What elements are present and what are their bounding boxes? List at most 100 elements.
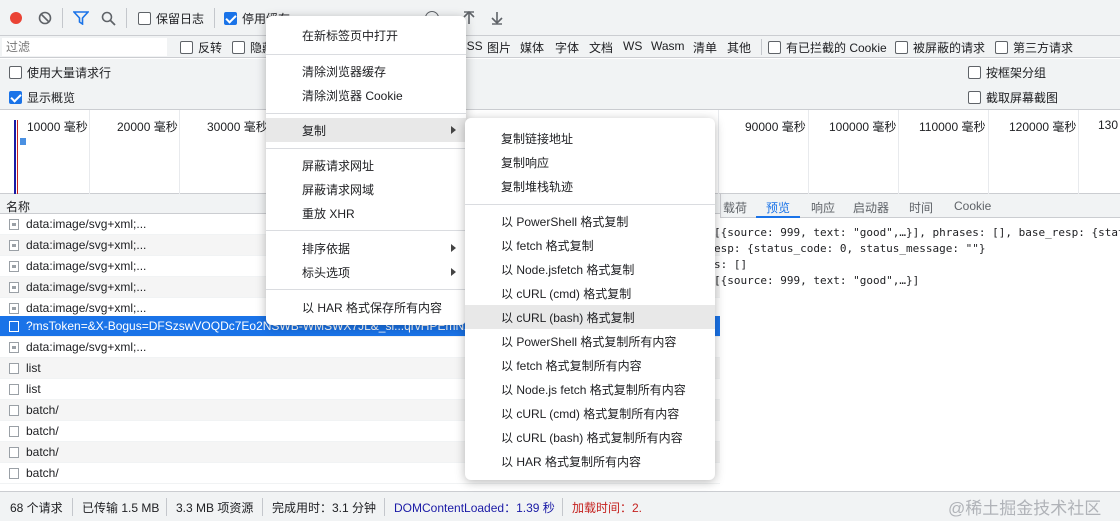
submenu-item-copy-nodejs-fetch[interactable]: 以 Node.jsfetch 格式复制 [465, 257, 715, 281]
finish-time: 完成用时：3.1 分钟 [272, 501, 377, 515]
submenu-item-copy-all-powershell[interactable]: 以 PowerShell 格式复制所有内容 [465, 329, 715, 353]
invert-toggle[interactable]: 反转 [180, 38, 222, 56]
group-by-frame-label: 按框架分组 [986, 65, 1047, 80]
tab-cookies[interactable]: Cookie [954, 199, 991, 213]
resource-size: 3.3 MB 项资源 [176, 501, 254, 515]
submenu-item-copy-all-curl-bash[interactable]: 以 cURL (bash) 格式复制所有内容 [465, 425, 715, 449]
menu-item-replay-xhr[interactable]: 重放 XHR [266, 201, 466, 225]
type-filter-other[interactable]: 其他 [727, 39, 751, 56]
request-name: data:image/svg+xml;... [26, 340, 147, 354]
menu-item-label: 复制响应 [501, 155, 550, 170]
menu-item-header-options[interactable]: 标头选项 [266, 260, 466, 284]
menu-item-label: 标头选项 [302, 265, 351, 280]
request-name: data:image/svg+xml;... [26, 217, 147, 231]
show-overview-checkbox[interactable] [9, 90, 22, 104]
type-filter-wasm[interactable]: Wasm [651, 39, 685, 53]
large-rows-toggle[interactable]: 使用大量请求行 [9, 63, 111, 81]
menu-item-block-url[interactable]: 屏蔽请求网址 [266, 153, 466, 177]
group-by-frame-toggle[interactable]: 按框架分组 [968, 63, 1046, 81]
third-party-toggle[interactable]: 第三方请求 [995, 38, 1073, 56]
tab-response[interactable]: 响应 [811, 199, 835, 216]
request-name: batch/ [26, 403, 59, 417]
context-menu: 在新标签页中打开 清除浏览器缓存 清除浏览器 Cookie 复制 屏蔽请求网址 … [266, 16, 466, 325]
timeline-tick: 10000 毫秒 [27, 120, 88, 134]
menu-item-label: 以 fetch 格式复制 [501, 238, 594, 253]
request-name: batch/ [26, 424, 59, 438]
submenu-item-copy-fetch[interactable]: 以 fetch 格式复制 [465, 233, 715, 257]
submenu-item-copy-powershell[interactable]: 以 PowerShell 格式复制 [465, 209, 715, 233]
large-rows-checkbox[interactable] [9, 65, 22, 79]
image-file-icon [9, 341, 19, 353]
export-har-icon[interactable] [491, 11, 503, 28]
record-icon[interactable] [10, 12, 22, 24]
devtools-network-panel: 保留日志 停用缓存 反转 隐藏 CSS 图片 媒体 字体 文档 WS Wasm [0, 0, 1120, 521]
filter-bar: 反转 隐藏 CSS 图片 媒体 字体 文档 WS Wasm 清单 其他 有已拦截… [0, 36, 1120, 58]
preserve-log-checkbox[interactable] [138, 11, 151, 25]
third-party-checkbox[interactable] [995, 40, 1008, 54]
search-icon[interactable] [101, 11, 116, 26]
type-filter-media[interactable]: 媒体 [520, 39, 544, 56]
submenu-arrow-icon [451, 126, 456, 134]
menu-item-open-new-tab[interactable]: 在新标签页中打开 [266, 23, 466, 47]
menu-item-label: 清除浏览器 Cookie [302, 88, 403, 103]
type-filter-img[interactable]: 图片 [487, 39, 511, 56]
filter-icon[interactable] [72, 11, 90, 26]
submenu-item-copy-link[interactable]: 复制链接地址 [465, 126, 715, 150]
filter-input[interactable] [2, 38, 167, 56]
menu-item-save-har[interactable]: 以 HAR 格式保存所有内容 [266, 295, 466, 319]
submenu-arrow-icon [451, 244, 456, 252]
submenu-item-copy-curl-bash[interactable]: 以 cURL (bash) 格式复制 [465, 305, 715, 329]
capture-screenshots-checkbox[interactable] [968, 90, 981, 104]
tab-preview[interactable]: 预览 [766, 199, 790, 216]
blocked-requests-checkbox[interactable] [895, 40, 908, 54]
type-filter-doc[interactable]: 文档 [589, 39, 613, 56]
disable-cache-checkbox[interactable] [224, 11, 237, 25]
hide-checkbox[interactable] [232, 40, 245, 54]
type-filter-ws[interactable]: WS [623, 39, 642, 53]
invert-checkbox[interactable] [180, 40, 193, 54]
request-name: list [26, 382, 41, 396]
submenu-item-copy-stack[interactable]: 复制堆栈轨迹 [465, 174, 715, 198]
menu-item-clear-cookies[interactable]: 清除浏览器 Cookie [266, 83, 466, 107]
group-by-frame-checkbox[interactable] [968, 65, 981, 79]
preview-line: s: [] [714, 258, 748, 271]
blocked-requests-toggle[interactable]: 被屏蔽的请求 [895, 38, 985, 56]
tab-timing[interactable]: 时间 [909, 199, 933, 216]
document-file-icon [9, 404, 19, 416]
type-filter-font[interactable]: 字体 [555, 39, 579, 56]
menu-item-sort-by[interactable]: 排序依据 [266, 236, 466, 260]
tab-initiator[interactable]: 启动器 [853, 199, 889, 216]
timeline-tick: 90000 毫秒 [745, 120, 806, 134]
menu-item-label: 屏蔽请求网址 [302, 158, 375, 173]
capture-screenshots-toggle[interactable]: 截取屏幕截图 [968, 88, 1058, 106]
copy-submenu: 复制链接地址 复制响应 复制堆栈轨迹 以 PowerShell 格式复制 以 f… [465, 118, 715, 480]
submenu-item-copy-all-fetch[interactable]: 以 fetch 格式复制所有内容 [465, 353, 715, 377]
submenu-item-copy-curl-cmd[interactable]: 以 cURL (cmd) 格式复制 [465, 281, 715, 305]
submenu-item-copy-all-har[interactable]: 以 HAR 格式复制所有内容 [465, 449, 715, 473]
request-name: data:image/svg+xml;... [26, 238, 147, 252]
submenu-item-copy-all-curl-cmd[interactable]: 以 cURL (cmd) 格式复制所有内容 [465, 401, 715, 425]
blocked-cookies-toggle[interactable]: 有已拦截的 Cookie [768, 38, 887, 56]
request-count: 68 个请求 [10, 501, 63, 515]
document-file-icon [9, 446, 19, 458]
document-file-icon [9, 383, 19, 395]
show-overview-toggle[interactable]: 显示概览 [9, 88, 75, 106]
menu-item-copy[interactable]: 复制 [266, 118, 466, 142]
submenu-item-copy-all-nodejs-fetch[interactable]: 以 Node.js fetch 格式复制所有内容 [465, 377, 715, 401]
request-name: data:image/svg+xml;... [26, 280, 147, 294]
preserve-log-toggle[interactable]: 保留日志 [138, 9, 204, 27]
menu-item-label: 以 HAR 格式保存所有内容 [302, 300, 443, 315]
options-row-2: 显示概览 截取屏幕截图 [0, 84, 1120, 109]
blocked-cookies-checkbox[interactable] [768, 40, 781, 54]
clear-icon[interactable] [38, 11, 52, 25]
submenu-item-copy-response[interactable]: 复制响应 [465, 150, 715, 174]
timeline-tick: 100000 毫秒 [829, 120, 897, 134]
type-filter-manifest[interactable]: 清单 [693, 39, 717, 56]
menu-item-label: 复制堆栈轨迹 [501, 179, 574, 194]
menu-item-label: 以 cURL (cmd) 格式复制 [501, 286, 632, 301]
tab-payload[interactable]: 载荷 [723, 199, 747, 216]
menu-item-clear-cache[interactable]: 清除浏览器缓存 [266, 59, 466, 83]
menu-item-block-domain[interactable]: 屏蔽请求网域 [266, 177, 466, 201]
menu-item-label: 清除浏览器缓存 [302, 64, 387, 79]
third-party-label: 第三方请求 [1013, 40, 1074, 55]
